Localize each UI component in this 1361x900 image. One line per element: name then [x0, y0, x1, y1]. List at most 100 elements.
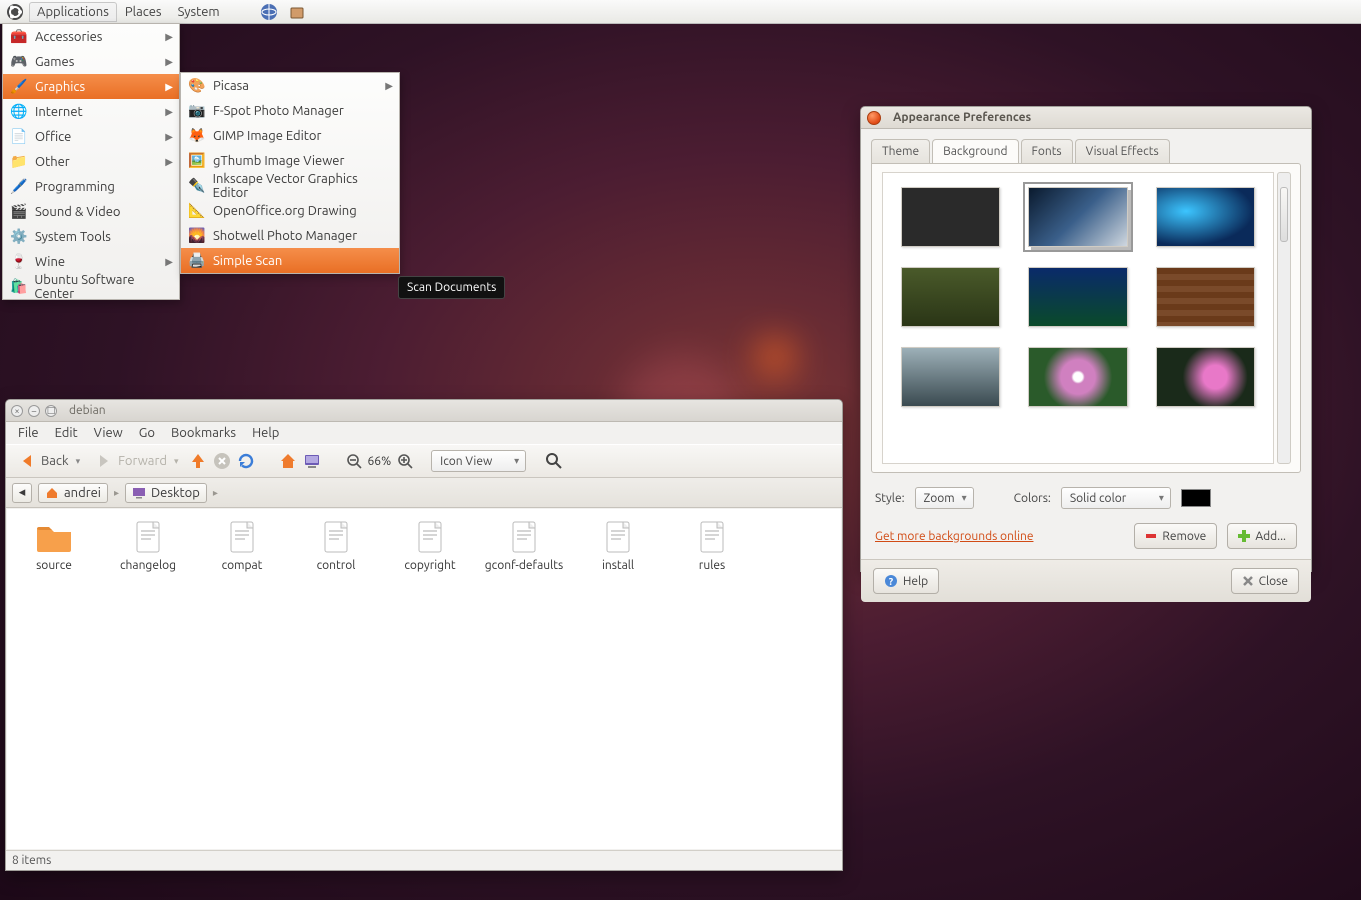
file-item[interactable]: rules: [671, 519, 753, 572]
tray-browser-icon[interactable]: [258, 2, 280, 22]
menu-item-picasa[interactable]: 🎨Picasa▶: [181, 73, 399, 98]
path-history-button[interactable]: ◂: [12, 483, 32, 503]
file-label: changelog: [120, 559, 176, 572]
panel-menu-places[interactable]: Places: [117, 2, 170, 22]
tab-fonts[interactable]: Fonts: [1021, 139, 1073, 163]
ap-body: [871, 163, 1301, 473]
ap-controls: Style: Zoom Colors: Solid color: [861, 483, 1311, 513]
file-label: source: [36, 559, 72, 572]
menu-item-games[interactable]: 🎮Games▶: [3, 49, 179, 74]
minimize-icon[interactable]: –: [28, 405, 40, 417]
bg-thumb[interactable]: [901, 267, 1000, 327]
tray-app-icon[interactable]: [286, 2, 308, 22]
background-grid: [882, 172, 1274, 464]
menu-item-gthumb-image-viewer[interactable]: 🖼️gThumb Image Viewer: [181, 148, 399, 173]
maximize-icon[interactable]: □: [45, 405, 57, 417]
bg-thumb[interactable]: [1028, 347, 1127, 407]
fm-title: debian: [69, 404, 106, 417]
app-icon: 🖼️: [187, 151, 207, 171]
menu-item-wine[interactable]: 🍷Wine▶: [3, 249, 179, 274]
menu-item-gimp-image-editor[interactable]: 🦊GIMP Image Editor: [181, 123, 399, 148]
add-button[interactable]: Add...: [1227, 523, 1297, 549]
bg-thumb[interactable]: [1028, 267, 1127, 327]
zoom-in-button[interactable]: [395, 451, 415, 471]
close-icon[interactable]: [867, 111, 881, 125]
view-mode-select[interactable]: Icon View: [431, 450, 526, 472]
fm-menu-bookmarks[interactable]: Bookmarks: [163, 424, 244, 442]
bg-thumb[interactable]: [901, 187, 1000, 247]
menu-item-ubuntu-software-center[interactable]: 🛍️Ubuntu Software Center: [3, 274, 179, 299]
help-icon: ?: [884, 574, 898, 588]
ap-title: Appearance Preferences: [893, 111, 1031, 124]
panel-menu-system[interactable]: System: [170, 2, 228, 22]
bg-thumb[interactable]: [1156, 187, 1255, 247]
scrollbar[interactable]: [1277, 172, 1291, 464]
ap-titlebar[interactable]: Appearance Preferences: [861, 107, 1311, 129]
color-swatch[interactable]: [1181, 489, 1211, 507]
menu-item-internet[interactable]: 🌐Internet▶: [3, 99, 179, 124]
menu-item-programming[interactable]: 🖊️Programming: [3, 174, 179, 199]
bg-thumb[interactable]: [901, 347, 1000, 407]
fm-content[interactable]: source changelog compatcontrolcopyrightgco…: [7, 509, 841, 849]
bg-thumb[interactable]: [1028, 187, 1127, 247]
file-item[interactable]: changelog: [107, 519, 189, 572]
ubuntu-logo-icon: [6, 3, 24, 21]
file-item[interactable]: install: [577, 519, 659, 572]
bg-thumb[interactable]: [1156, 267, 1255, 327]
app-icon: 🖊️: [9, 177, 29, 197]
menu-item-office[interactable]: 📄Office▶: [3, 124, 179, 149]
remove-button[interactable]: Remove: [1134, 523, 1217, 549]
menu-item-system-tools[interactable]: ⚙️System Tools: [3, 224, 179, 249]
fm-menu-view[interactable]: View: [86, 424, 131, 442]
menu-item-graphics[interactable]: 🖌️Graphics▶: [3, 74, 179, 99]
more-backgrounds-link[interactable]: Get more backgrounds online: [875, 530, 1033, 543]
menu-item-sound-video[interactable]: 🎬Sound & Video: [3, 199, 179, 224]
fm-titlebar[interactable]: × – □ debian: [6, 400, 842, 422]
menu-item-shotwell-photo-manager[interactable]: 🌄Shotwell Photo Manager: [181, 223, 399, 248]
breadcrumb-desktop[interactable]: Desktop: [125, 483, 207, 503]
menu-item-inkscape-vector-graphics-editor[interactable]: ✒️Inkscape Vector Graphics Editor: [181, 173, 399, 198]
tooltip: Scan Documents: [398, 276, 505, 299]
home-button[interactable]: [278, 451, 298, 471]
fm-menu-edit[interactable]: Edit: [47, 424, 86, 442]
file-item[interactable]: copyright: [389, 519, 471, 572]
fm-menu-file[interactable]: File: [10, 424, 47, 442]
stop-button[interactable]: [212, 451, 232, 471]
file-item[interactable]: control: [295, 519, 377, 572]
search-button[interactable]: [544, 451, 564, 471]
close-button[interactable]: Close: [1231, 568, 1299, 594]
reload-button[interactable]: [236, 451, 256, 471]
file-item[interactable]: compat: [201, 519, 283, 572]
graphics-submenu: 🎨Picasa▶📷F-Spot Photo Manager🦊GIMP Image…: [180, 72, 400, 274]
fm-menu-help[interactable]: Help: [244, 424, 287, 442]
file-item[interactable]: source: [13, 519, 95, 572]
menu-item-f-spot-photo-manager[interactable]: 📷F-Spot Photo Manager: [181, 98, 399, 123]
bg-thumb[interactable]: [1156, 347, 1255, 407]
up-button[interactable]: [188, 451, 208, 471]
menu-item-other[interactable]: 📁Other▶: [3, 149, 179, 174]
fm-menu-go[interactable]: Go: [131, 424, 163, 442]
computer-button[interactable]: [302, 451, 322, 471]
zoom-out-button[interactable]: [344, 451, 364, 471]
file-item[interactable]: gconf-defaults: [483, 519, 565, 572]
back-arrow-icon: [17, 451, 37, 471]
breadcrumb-home[interactable]: andrei: [38, 483, 108, 503]
panel-menu-applications[interactable]: Applications: [29, 2, 117, 22]
menu-item-simple-scan[interactable]: 🖨️Simple Scan: [181, 248, 399, 273]
app-icon: 🎨: [187, 76, 207, 96]
app-icon: ✒️: [187, 176, 207, 196]
menu-item-accessories[interactable]: 🧰Accessories▶: [3, 24, 179, 49]
style-select[interactable]: Zoom: [915, 487, 974, 509]
close-icon[interactable]: ×: [11, 405, 23, 417]
tab-theme[interactable]: Theme: [871, 139, 930, 163]
forward-button[interactable]: Forward ▾: [89, 448, 183, 474]
tab-visual-effects[interactable]: Visual Effects: [1075, 139, 1170, 163]
app-icon: 🖌️: [9, 77, 29, 97]
back-button[interactable]: Back ▾: [12, 448, 85, 474]
help-button[interactable]: ? Help: [873, 568, 939, 594]
tab-background[interactable]: Background: [932, 139, 1018, 163]
colors-label: Colors:: [1014, 492, 1051, 505]
colors-select[interactable]: Solid color: [1061, 487, 1171, 509]
app-icon: 📁: [9, 152, 29, 172]
menu-item-openoffice-org-drawing[interactable]: 📐OpenOffice.org Drawing: [181, 198, 399, 223]
